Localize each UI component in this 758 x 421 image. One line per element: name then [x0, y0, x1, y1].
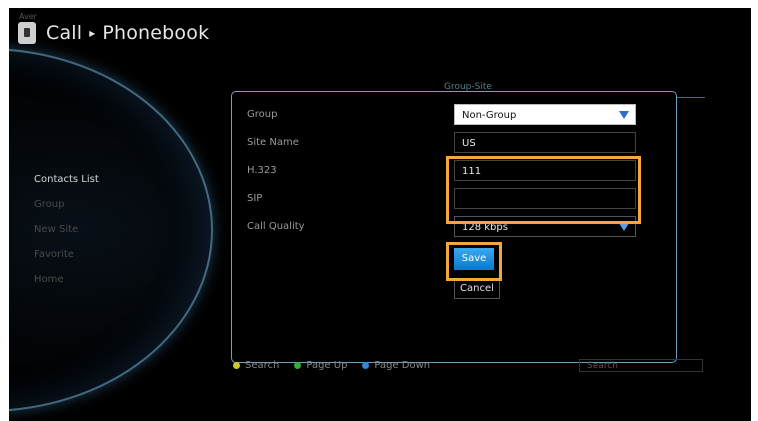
menu-item-home[interactable]: Home	[34, 274, 99, 299]
brand-logo: Aver	[19, 12, 37, 21]
site-name-field[interactable]: US	[454, 132, 636, 153]
site-name-label: Site Name	[247, 137, 299, 148]
sip-label: SIP	[247, 193, 263, 204]
page-header: Call ▸ Phonebook	[18, 22, 209, 44]
cancel-button[interactable]: Cancel	[454, 278, 500, 299]
dropdown-arrow-icon	[619, 111, 629, 119]
page-title: Phonebook	[102, 22, 210, 44]
highlight-h323-sip	[446, 156, 641, 224]
side-menu: Contacts List Group New Site Favorite Ho…	[34, 174, 99, 299]
screen: Aver Call ▸ Phonebook Contacts List Grou…	[9, 8, 751, 421]
color-key-legend: Search Page Up Page Down	[233, 360, 445, 371]
h323-label: H.323	[247, 165, 277, 176]
yellow-dot-icon	[233, 362, 240, 369]
highlight-save	[446, 242, 502, 281]
call-quality-label: Call Quality	[247, 221, 305, 232]
phonebook-icon	[18, 22, 36, 44]
blue-dot-icon	[362, 362, 370, 369]
search-input[interactable]: Search	[579, 359, 703, 372]
menu-item-new-site[interactable]: New Site	[34, 224, 99, 249]
group-select-value: Non-Group	[462, 110, 517, 121]
legend-search-label: Search	[245, 360, 280, 371]
breadcrumb-separator: ▸	[89, 26, 96, 40]
dropdown-arrow-icon	[619, 223, 629, 231]
menu-item-group[interactable]: Group	[34, 199, 99, 224]
group-label: Group	[247, 109, 278, 120]
legend-page-up-label: Page Up	[306, 360, 348, 371]
menu-item-favorite[interactable]: Favorite	[34, 249, 99, 274]
legend-page-down[interactable]: Page Down	[362, 360, 430, 371]
group-select[interactable]: Non-Group	[454, 104, 636, 125]
legend-page-down-label: Page Down	[374, 360, 431, 371]
menu-item-contacts-list[interactable]: Contacts List	[34, 174, 99, 199]
legend-page-up[interactable]: Page Up	[294, 360, 347, 371]
green-dot-icon	[294, 362, 302, 369]
header-section: Call	[46, 22, 83, 44]
edit-site-dialog: Group Non-Group Site Name US H.323 111 S…	[231, 91, 677, 363]
legend-search[interactable]: Search	[233, 360, 279, 371]
